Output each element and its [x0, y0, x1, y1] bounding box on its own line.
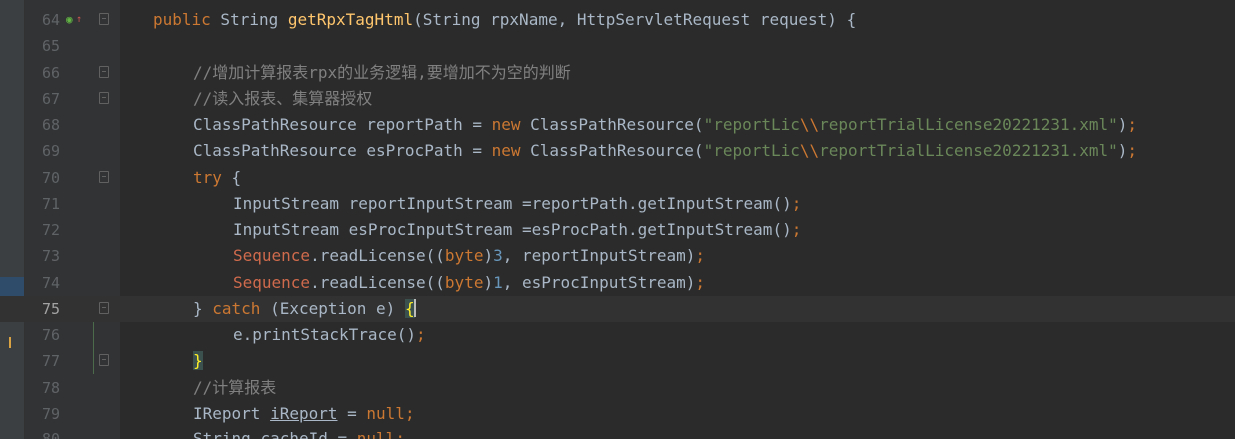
code-line-72[interactable]: 72 InputStream esProcInputStream =esProc… — [0, 217, 1235, 243]
code-text: InputStream esProcInputStream =esProcPat… — [233, 220, 802, 239]
fold-marker-icon[interactable] — [99, 302, 109, 314]
code-line-68[interactable]: 68 ClassPathResource reportPath = new Cl… — [0, 112, 1235, 138]
line-number: 72 — [41, 221, 60, 239]
line-number: 74 — [41, 274, 60, 292]
line-number: 78 — [41, 379, 60, 397]
line-number: 66 — [41, 64, 60, 82]
implement-icon[interactable]: ◉ — [66, 11, 73, 29]
line-number: 69 — [41, 142, 60, 160]
fold-marker-icon[interactable] — [99, 92, 109, 104]
matched-brace: } — [193, 351, 203, 370]
code-comment: //增加计算报表rpx的业务逻辑,要增加不为空的判断 — [193, 63, 571, 82]
fold-marker-icon[interactable] — [99, 171, 109, 183]
code-line-77[interactable]: 77 } — [0, 348, 1235, 374]
line-number: 76 — [41, 326, 60, 344]
code-text: Sequence.readLicense((byte)1, esProcInpu… — [233, 273, 706, 292]
line-number: 80 — [41, 430, 60, 439]
line-number: 71 — [41, 195, 60, 213]
line-number: 68 — [41, 116, 60, 134]
fold-marker-icon[interactable] — [99, 66, 109, 78]
line-number: 65 — [41, 37, 60, 55]
code-line-70[interactable]: 70 try { — [0, 165, 1235, 191]
code-line-76[interactable]: 76 e.printStackTrace(); — [0, 322, 1235, 348]
code-line-79[interactable]: 79 IReport iReport = null; — [0, 401, 1235, 427]
code-text: } — [193, 348, 203, 374]
fold-marker-icon[interactable] — [99, 354, 109, 366]
code-text: try { — [193, 168, 242, 187]
code-line-67[interactable]: 67 //读入报表、集算器授权 — [0, 86, 1235, 112]
code-line-71[interactable]: 71 InputStream reportInputStream =report… — [0, 191, 1235, 217]
line-number: 67 — [41, 90, 60, 108]
code-text: InputStream reportInputStream =reportPat… — [233, 194, 802, 213]
code-line-69[interactable]: 69 ClassPathResource esProcPath = new Cl… — [0, 138, 1235, 164]
code-text: public String getRpxTagHtml(String rpxNa… — [153, 10, 857, 29]
code-line-64[interactable]: 64 ◉ ↑ public String getRpxTagHtml(Strin… — [0, 7, 1235, 33]
code-text: e.printStackTrace(); — [233, 325, 426, 344]
code-line-66[interactable]: 66 //增加计算报表rpx的业务逻辑,要增加不为空的判断 — [0, 60, 1235, 86]
override-up-arrow-icon[interactable]: ↑ — [76, 11, 82, 29]
code-text: Sequence.readLicense((byte)3, reportInpu… — [233, 246, 706, 265]
code-text: ClassPathResource esProcPath = new Class… — [193, 141, 1138, 160]
code-comment: //读入报表、集算器授权 — [193, 89, 373, 108]
line-number: 73 — [41, 247, 60, 265]
code-text: } catch (Exception e) { — [193, 299, 416, 318]
code-line-75-current[interactable]: 75 } catch (Exception e) { — [0, 296, 1235, 322]
line-number: 70 — [41, 169, 60, 187]
fold-marker-icon[interactable] — [99, 13, 109, 25]
code-text: String cacheId = null; — [193, 429, 405, 439]
code-line-78[interactable]: 78 //计算报表 — [0, 375, 1235, 401]
line-number: 64 — [41, 11, 60, 29]
code-text: IReport iReport = null; — [193, 404, 415, 423]
line-number: 79 — [41, 405, 60, 423]
code-line-74[interactable]: 74 Sequence.readLicense((byte)1, esProcI… — [0, 270, 1235, 296]
code-comment: //计算报表 — [193, 378, 277, 397]
code-line-65[interactable]: 65 — [0, 33, 1235, 59]
line-number: 75 — [41, 300, 60, 318]
code-line-73[interactable]: 73 Sequence.readLicense((byte)3, reportI… — [0, 243, 1235, 269]
code-text: ClassPathResource reportPath = new Class… — [193, 115, 1138, 134]
line-number: 77 — [41, 352, 60, 370]
text-caret — [413, 299, 416, 317]
code-line-80[interactable]: 80 String cacheId = null; — [0, 426, 1235, 439]
